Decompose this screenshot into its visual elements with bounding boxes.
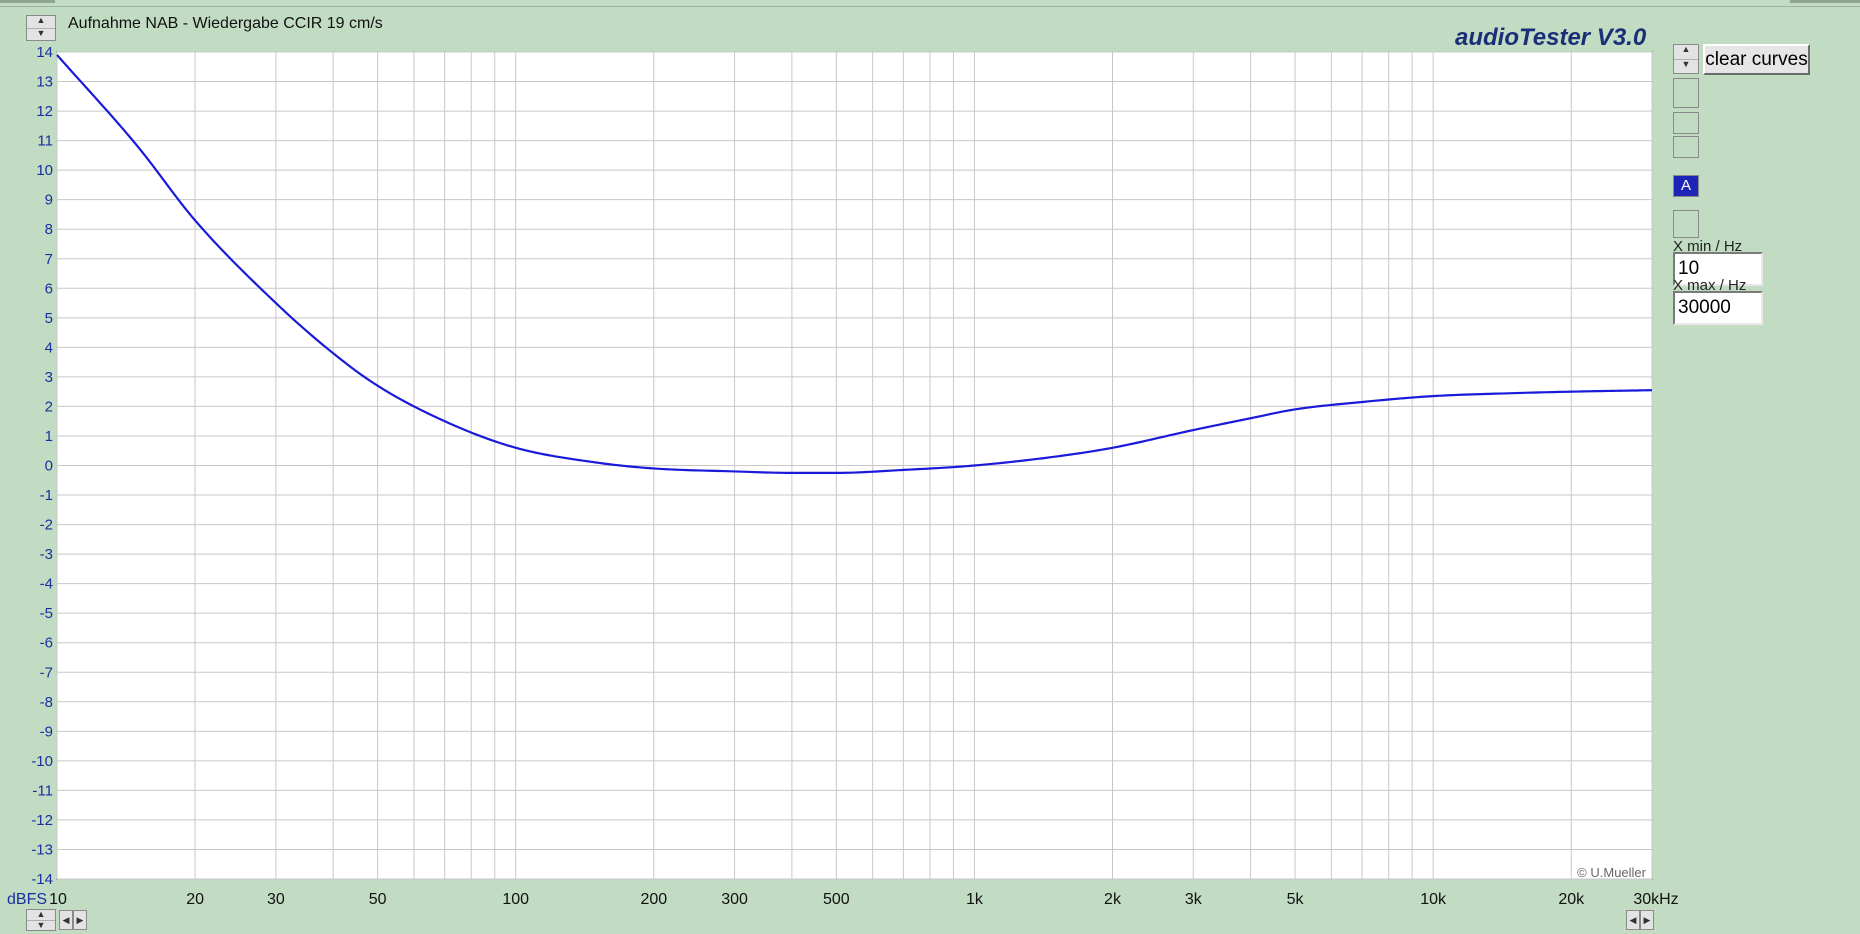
y-tick-label: -6	[40, 635, 53, 652]
y-tick-label: -13	[31, 841, 53, 858]
y-tick-label: 7	[45, 251, 53, 268]
y-tick-label: 6	[45, 280, 53, 297]
xmax-scroll-right-button[interactable]: ▶	[1640, 910, 1654, 930]
x-tick-label: 200	[640, 891, 667, 908]
y-tick-label: -8	[40, 694, 53, 711]
y-tick-label: -11	[32, 782, 53, 799]
y-tick-label: -10	[31, 753, 53, 770]
spin-down-icon[interactable]: ▼	[1674, 59, 1698, 74]
scroll-right-button[interactable]: ▶	[73, 910, 87, 930]
channel-slot-2[interactable]	[1673, 112, 1699, 134]
y-tick-label: 14	[36, 44, 53, 61]
channel-slot-1[interactable]	[1673, 78, 1699, 108]
xmax-scroll-left-button[interactable]: ◀	[1626, 910, 1640, 930]
arrow-right-icon: ▶	[76, 915, 84, 925]
copyright-note: © U.Mueller	[1577, 865, 1646, 880]
curves-spin-button[interactable]: ▲ ▼	[1673, 44, 1699, 74]
arrow-left-icon: ◀	[62, 915, 70, 925]
spin-down-icon[interactable]: ▼	[27, 920, 55, 931]
clear-curves-button[interactable]: clear curves	[1703, 44, 1810, 75]
x-tick-label: 20k	[1558, 891, 1585, 908]
x-tick-label: 1k	[966, 891, 984, 908]
x-tick-label: 5k	[1287, 891, 1305, 908]
spin-up-icon[interactable]: ▲	[27, 910, 55, 921]
y-tick-label: 4	[45, 339, 53, 356]
x-tick-label: 20	[186, 891, 204, 908]
y-tick-label: 10	[36, 162, 53, 179]
arrow-left-icon: ◀	[1629, 915, 1637, 925]
channel-slot-3[interactable]	[1673, 136, 1699, 158]
x-tick-label: 300	[721, 891, 748, 908]
y-tick-label: -14	[31, 871, 53, 888]
y-tick-label: -1	[40, 487, 53, 504]
y-tick-label: 8	[45, 221, 53, 238]
channel-slot-5[interactable]	[1673, 210, 1699, 238]
y-tick-label: -4	[40, 576, 53, 593]
frequency-response-chart: 14131211109876543210-1-2-3-4-5-6-7-8-9-1…	[7, 44, 1679, 908]
y-tick-label: 12	[36, 103, 53, 120]
y-tick-label: -2	[40, 517, 53, 534]
y-tick-labels: 14131211109876543210-1-2-3-4-5-6-7-8-9-1…	[31, 44, 53, 888]
channel-slot-a[interactable]: A	[1673, 175, 1699, 197]
x-tick-label: 10	[49, 891, 67, 908]
y-tick-label: 3	[45, 369, 53, 386]
x-tick-labels: 10 20 30 50 100 200 300 500 1k 2k 3k 5k 10k 20k 30kHz	[49, 891, 1679, 908]
y-tick-label: -3	[40, 546, 53, 563]
xmax-field[interactable]: 30000	[1673, 291, 1763, 325]
y-tick-label: 1	[45, 428, 53, 445]
spin-up-icon[interactable]: ▲	[1674, 45, 1698, 60]
x-tick-label: 3k	[1185, 891, 1203, 908]
y-tick-label: 2	[45, 398, 53, 415]
arrow-right-icon: ▶	[1643, 915, 1651, 925]
y-axis-unit-label: dBFS	[7, 891, 47, 908]
y-tick-label: 9	[45, 192, 53, 209]
y-tick-label: 5	[45, 310, 53, 327]
scroll-left-button[interactable]: ◀	[59, 910, 73, 930]
y-tick-label: -9	[40, 723, 53, 740]
x-tick-label: 10k	[1420, 891, 1447, 908]
y-tick-label: -5	[40, 605, 53, 622]
y-tick-label: 0	[45, 458, 53, 475]
y-tick-label: 13	[36, 74, 53, 91]
x-tick-label: 30	[267, 891, 285, 908]
y-tick-label: -12	[31, 812, 53, 829]
y-tick-label: -7	[40, 664, 53, 681]
y-scale-spin-button[interactable]: ▲ ▼	[26, 909, 56, 931]
x-tick-label: 500	[823, 891, 850, 908]
x-tick-label: 50	[369, 891, 387, 908]
x-tick-label: 30kHz	[1633, 891, 1678, 908]
y-tick-label: 11	[37, 133, 53, 150]
x-tick-label: 100	[502, 891, 529, 908]
x-tick-label: 2k	[1104, 891, 1122, 908]
